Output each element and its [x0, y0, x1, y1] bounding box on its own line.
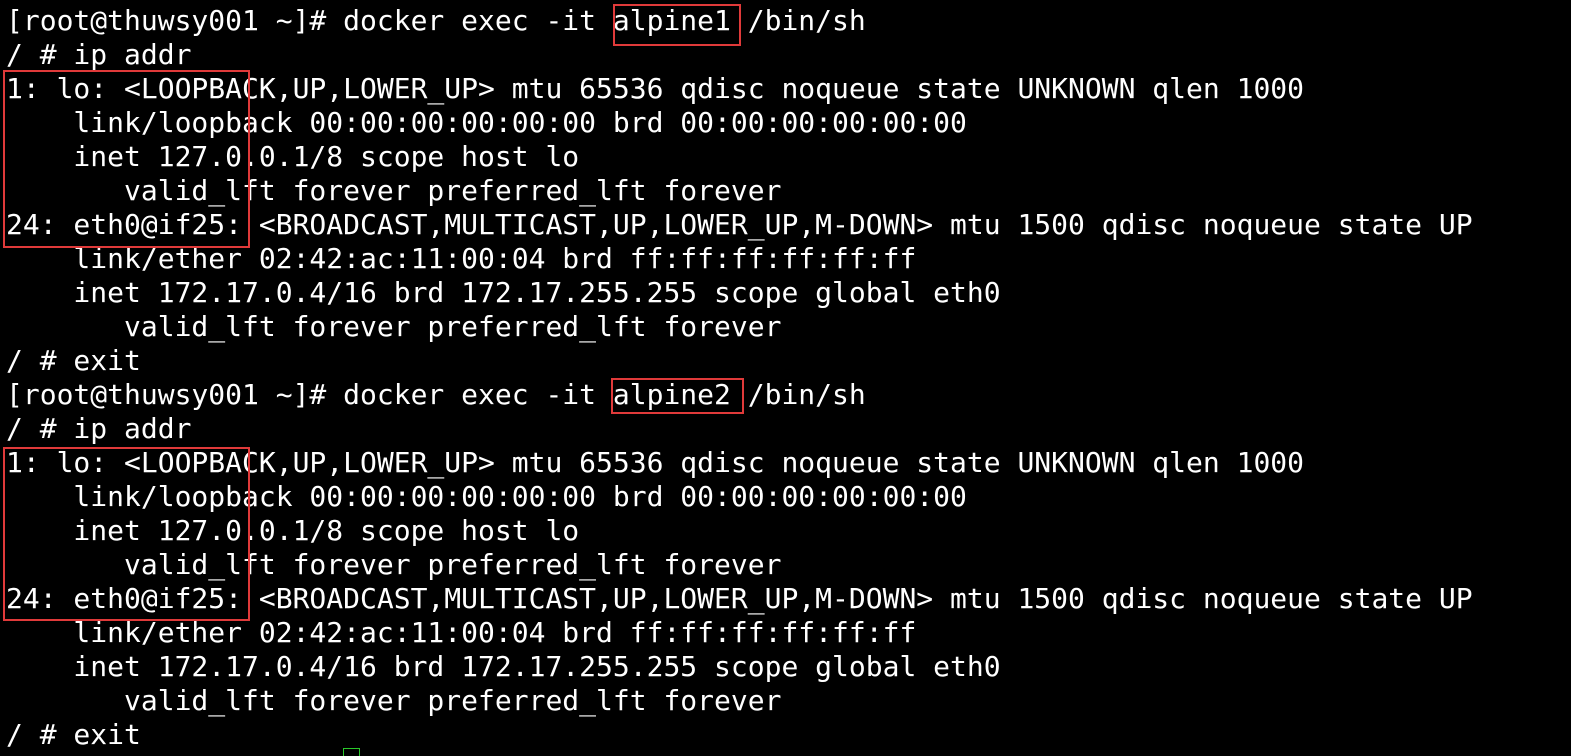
terminal-line-prompt-ip-addr: / # ip addr	[6, 412, 192, 445]
terminal-line-eth0-interface: 24: eth0@if25: <BROADCAST,MULTICAST,UP,L…	[6, 208, 1473, 241]
terminal-line-eth0-valid-lft: valid_lft forever preferred_lft forever	[6, 310, 782, 343]
terminal-line-command-alpine1: [root@thuwsy001 ~]# docker exec -it alpi…	[6, 4, 866, 37]
terminal-line-eth0-inet: inet 172.17.0.4/16 brd 172.17.255.255 sc…	[6, 650, 1001, 683]
terminal-line-lo-link: link/loopback 00:00:00:00:00:00 brd 00:0…	[6, 106, 967, 139]
terminal-line-command-alpine2: [root@thuwsy001 ~]# docker exec -it alpi…	[6, 378, 866, 411]
terminal-line-lo-link: link/loopback 00:00:00:00:00:00 brd 00:0…	[6, 480, 967, 513]
terminal-line-lo-valid-lft: valid_lft forever preferred_lft forever	[6, 548, 782, 581]
terminal-line-eth0-interface: 24: eth0@if25: <BROADCAST,MULTICAST,UP,L…	[6, 582, 1473, 615]
terminal-line-exit: / # exit	[6, 344, 141, 377]
terminal-line-lo-valid-lft: valid_lft forever preferred_lft forever	[6, 174, 782, 207]
terminal-line-lo-interface: 1: lo: <LOOPBACK,UP,LOWER_UP> mtu 65536 …	[6, 446, 1305, 479]
terminal-line-lo-inet: inet 127.0.0.1/8 scope host lo	[6, 140, 580, 173]
terminal-line-eth0-inet: inet 172.17.0.4/16 brd 172.17.255.255 sc…	[6, 276, 1001, 309]
terminal-line-eth0-link: link/ether 02:42:ac:11:00:04 brd ff:ff:f…	[6, 616, 917, 649]
terminal-line-eth0-valid-lft: valid_lft forever preferred_lft forever	[6, 684, 782, 717]
terminal-window[interactable]: [root@thuwsy001 ~]# docker exec -it alpi…	[0, 0, 1571, 756]
terminal-cursor	[343, 748, 360, 756]
terminal-line-exit: / # exit	[6, 718, 141, 751]
terminal-line-lo-interface: 1: lo: <LOOPBACK,UP,LOWER_UP> mtu 65536 …	[6, 72, 1305, 105]
terminal-line-prompt-ip-addr: / # ip addr	[6, 38, 192, 71]
terminal-line-eth0-link: link/ether 02:42:ac:11:00:04 brd ff:ff:f…	[6, 242, 917, 275]
terminal-line-lo-inet: inet 127.0.0.1/8 scope host lo	[6, 514, 580, 547]
